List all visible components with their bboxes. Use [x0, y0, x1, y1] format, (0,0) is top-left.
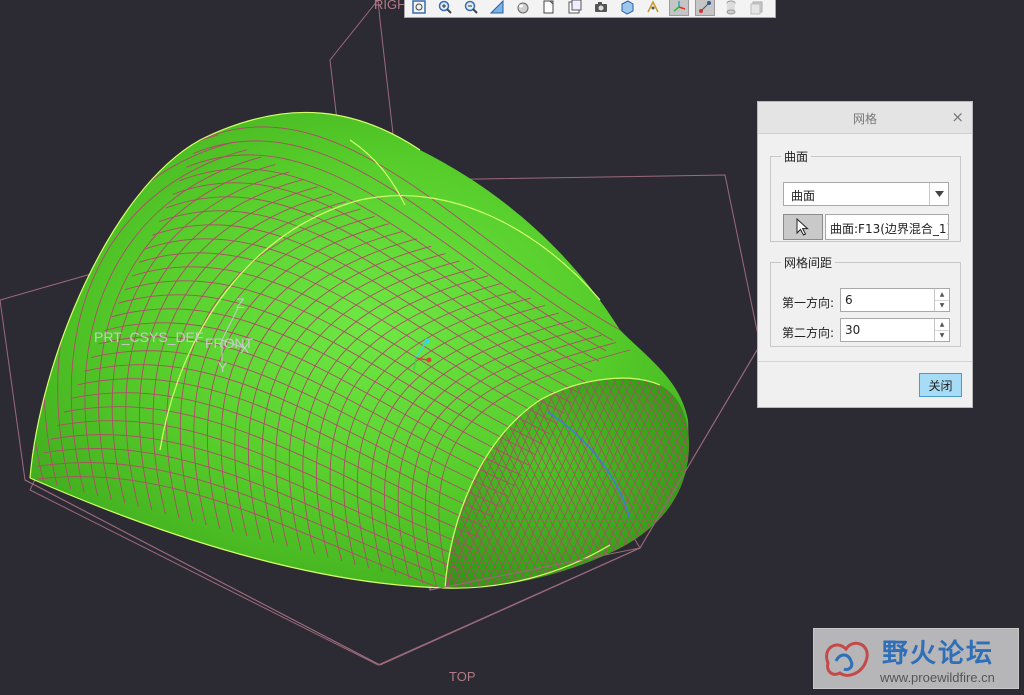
first-direction-value: 6 — [845, 293, 853, 307]
csys-label: PRT_CSYS_DEF — [94, 329, 203, 345]
mesh-spacing-group: 网格间距 第一方向: 6 ▲ ▼ 第二方向: 30 ▲ ▼ — [770, 254, 961, 347]
repaint-icon — [489, 0, 504, 13]
toolbar-button-layer[interactable] — [747, 0, 767, 16]
surface-type-select[interactable]: 曲面 — [783, 182, 949, 206]
datum-display-icon — [647, 0, 659, 12]
forum-watermark: 野火论坛 www.proewildfire.cn — [813, 628, 1019, 689]
forum-logo-icon — [825, 641, 869, 677]
surface-type-value: 曲面 — [791, 189, 816, 203]
chevron-down-icon[interactable] — [929, 183, 948, 205]
toolbar-button-display-style[interactable] — [513, 0, 533, 16]
view-manager-icon — [568, 0, 582, 13]
spin-down-icon[interactable]: ▼ — [935, 331, 949, 342]
spin-up-icon[interactable]: ▲ — [935, 289, 949, 301]
dialog-separator — [758, 361, 972, 362]
toolbar-button-saved-view[interactable] — [539, 0, 559, 16]
select-reference-button[interactable] — [783, 214, 823, 240]
toolbar-button-repaint[interactable] — [487, 0, 507, 16]
boundary-blend-surface[interactable] — [17, 111, 872, 600]
toolbar-button-orientation[interactable] — [617, 0, 637, 16]
spin-down-icon[interactable]: ▼ — [935, 301, 949, 312]
toolbar-button-spin-center[interactable] — [669, 0, 689, 16]
axis-z-label: Z — [236, 295, 245, 311]
cylinder-icon — [726, 0, 736, 14]
toolbar-button-zoom-out[interactable] — [461, 0, 481, 16]
camera-icon — [595, 1, 607, 12]
annotation-display-icon — [699, 0, 711, 13]
toolbar-button-view-manager[interactable] — [565, 0, 585, 16]
toolbar-button-camera[interactable] — [591, 0, 611, 16]
toolbar-button-annotation-display[interactable] — [695, 0, 715, 16]
cursor-arrow-icon — [796, 218, 809, 236]
top-plane-label: TOP — [449, 669, 476, 684]
axis-y-label: Y — [218, 359, 228, 375]
view-toolbar — [404, 0, 776, 18]
axis-x-label: X — [240, 340, 250, 356]
zoom-fit-icon — [412, 0, 426, 14]
saved-view-icon — [543, 0, 554, 13]
toolbar-button-zoom-fit[interactable] — [409, 0, 429, 16]
toolbar-button-cylinder[interactable] — [721, 0, 741, 16]
mesh-dialog: 网格 × 曲面 曲面 曲面:F13(边界混合_1) 网格间距 第一方向: 6 ▲… — [757, 101, 973, 408]
second-direction-label: 第二方向: — [782, 326, 835, 340]
spin-up-icon[interactable]: ▲ — [935, 319, 949, 331]
layer-icon — [750, 1, 763, 14]
dialog-title: 网格 — [852, 112, 877, 126]
display-style-icon — [517, 2, 529, 13]
second-direction-spinner[interactable]: 30 ▲ ▼ — [840, 318, 950, 342]
toolbar-button-datum-display[interactable] — [643, 0, 663, 16]
spin-center-icon — [673, 0, 686, 12]
forum-name: 野火论坛 — [882, 639, 995, 669]
zoom-out-icon — [464, 0, 478, 14]
toolbar-button-zoom-in[interactable] — [435, 0, 455, 16]
close-icon[interactable]: × — [951, 108, 964, 126]
second-direction-value: 30 — [845, 323, 861, 337]
surface-group: 曲面 曲面 曲面:F13(边界混合_1) — [770, 148, 961, 242]
forum-url: www.proewildfire.cn — [880, 670, 995, 685]
first-direction-spinner[interactable]: 6 ▲ ▼ — [840, 288, 950, 312]
first-direction-label: 第一方向: — [782, 296, 835, 310]
dialog-header: 网格 × — [758, 102, 972, 134]
close-button[interactable]: 关闭 — [919, 373, 962, 397]
reference-collector[interactable]: 曲面:F13(边界混合_1) — [825, 214, 949, 240]
zoom-in-icon — [438, 0, 452, 14]
mesh-spacing-legend: 网格间距 — [784, 256, 833, 270]
orientation-icon — [621, 0, 634, 15]
surface-group-legend: 曲面 — [784, 150, 809, 164]
